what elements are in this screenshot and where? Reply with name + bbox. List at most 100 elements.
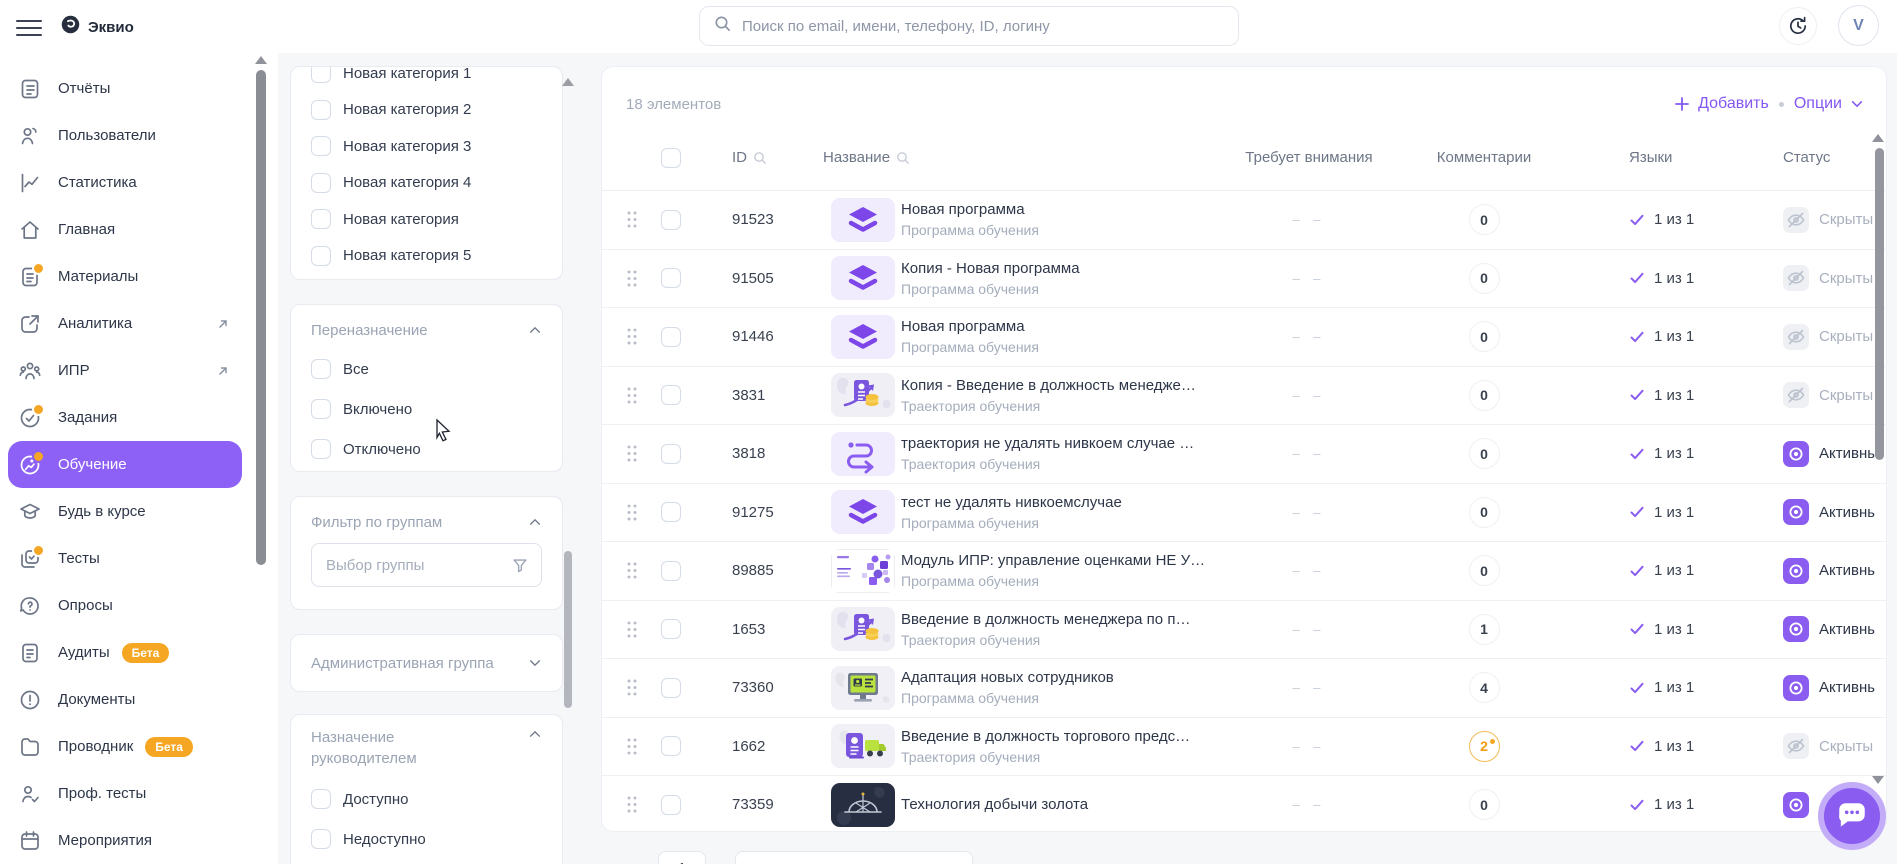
drag-handle-icon[interactable]: [602, 386, 661, 405]
status-badge[interactable]: Скрыты: [1729, 323, 1886, 350]
sidebar-item-home[interactable]: Главная: [8, 206, 242, 253]
options-button[interactable]: Опции: [1794, 95, 1864, 113]
mosaic-image[interactable]: [831, 548, 895, 593]
drag-handle-icon[interactable]: [602, 269, 661, 288]
status-badge[interactable]: Скрыты: [1729, 265, 1886, 292]
table-row[interactable]: 89885 Модуль ИПР: управление оценками НЕ …: [602, 542, 1886, 601]
select-all-checkbox[interactable]: [661, 147, 681, 168]
manager-assignment-option[interactable]: Недоступно: [311, 819, 542, 859]
checkbox[interactable]: [311, 789, 331, 809]
table-row[interactable]: 91523 Новая программа Программа обучения – …: [602, 191, 1886, 250]
avatar[interactable]: V: [1838, 5, 1879, 46]
sidebar-item-documents[interactable]: Документы: [8, 676, 242, 723]
comments-badge[interactable]: 0: [1468, 438, 1500, 470]
table-scrollbar[interactable]: [1875, 148, 1884, 460]
checkbox[interactable]: [311, 439, 331, 459]
table-scroll-up-icon[interactable]: [1872, 134, 1884, 142]
page-button[interactable]: 1: [658, 851, 706, 864]
program-stack-icon[interactable]: [831, 314, 895, 359]
row-checkbox[interactable]: [661, 385, 681, 406]
status-badge[interactable]: Активны: [1729, 674, 1886, 701]
sidebar-item-users[interactable]: Пользователи: [8, 112, 242, 159]
program-stack-icon[interactable]: [831, 490, 895, 535]
history-icon[interactable]: [1779, 7, 1817, 45]
category-option[interactable]: Новая категория 5: [311, 238, 542, 275]
sidebar-scrollbar[interactable]: [256, 70, 266, 565]
comments-badge[interactable]: 0: [1468, 496, 1500, 528]
checkbox[interactable]: [311, 99, 331, 120]
program-stack-icon[interactable]: [831, 256, 895, 301]
row-checkbox[interactable]: [661, 502, 681, 523]
status-badge[interactable]: Скрыты: [1729, 206, 1886, 233]
sidebar-item-ipr[interactable]: ИПР: [8, 347, 242, 394]
table-row[interactable]: 91446 Новая программа Программа обучения – …: [602, 308, 1886, 367]
drag-handle-icon[interactable]: [602, 795, 661, 814]
row-name[interactable]: Новая программа Программа обучения: [901, 318, 1209, 355]
row-checkbox[interactable]: [661, 794, 681, 815]
drag-handle-icon[interactable]: [602, 678, 661, 697]
checkbox[interactable]: [311, 136, 331, 157]
chevron-up-icon[interactable]: [528, 323, 542, 337]
comments-badge[interactable]: 0: [1468, 262, 1500, 294]
route-icon[interactable]: [831, 431, 895, 476]
sidebar-item-analytics[interactable]: Аналитика: [8, 300, 242, 347]
sidebar-item-learning[interactable]: Обучение: [8, 441, 242, 488]
chat-button[interactable]: [1818, 782, 1886, 850]
checkbox[interactable]: [311, 172, 331, 193]
row-checkbox[interactable]: [661, 560, 681, 581]
row-name[interactable]: Новая программа Программа обучения: [901, 201, 1209, 238]
row-name[interactable]: Копия - Введение в должность менедже… Тра…: [901, 377, 1209, 414]
sidebar-item-materials[interactable]: Материалы: [8, 253, 242, 300]
category-option[interactable]: Новая категория 4: [311, 165, 542, 202]
drag-handle-icon[interactable]: [602, 444, 661, 463]
table-row[interactable]: 3831 Копия - Введение в должность менедже…: [602, 367, 1886, 425]
row-name[interactable]: Адаптация новых сотрудников Программа обу…: [901, 669, 1209, 706]
table-row[interactable]: 1662 Введение в должность торгового предс…: [602, 718, 1886, 776]
comments-badge[interactable]: 0: [1468, 789, 1500, 821]
table-row[interactable]: 91275 тест не удалять нивкоемслучае Програ…: [602, 484, 1886, 542]
status-badge[interactable]: Активны: [1729, 616, 1886, 643]
checkbox[interactable]: [311, 245, 331, 266]
row-name[interactable]: траектория не удалять нивкоем случае … Тр…: [901, 435, 1209, 472]
row-checkbox[interactable]: [661, 268, 681, 289]
row-checkbox[interactable]: [661, 326, 681, 347]
filters-scroll-up-icon[interactable]: [562, 78, 574, 86]
drag-handle-icon[interactable]: [602, 561, 661, 580]
program-stack-icon[interactable]: [831, 197, 895, 242]
sidebar-item-explorer[interactable]: Проводник Бета: [8, 723, 242, 770]
row-checkbox[interactable]: [661, 619, 681, 640]
status-badge[interactable]: Скрыты: [1729, 733, 1886, 760]
chevron-up-icon[interactable]: [528, 727, 542, 741]
sidebar-item-events[interactable]: Мероприятия: [8, 817, 242, 864]
comments-badge[interactable]: 2: [1468, 730, 1500, 762]
category-option[interactable]: Новая категория: [311, 201, 542, 238]
sidebar-item-tasks[interactable]: Задания: [8, 394, 242, 441]
table-row[interactable]: 73359Технология добычи золота– –01 из 1А…: [602, 776, 1886, 831]
row-checkbox[interactable]: [661, 209, 681, 230]
sidebar-scroll-up-icon[interactable]: [255, 56, 267, 64]
table-row[interactable]: 3818 траектория не удалять нивкоем случае…: [602, 425, 1886, 484]
drag-handle-icon[interactable]: [602, 737, 661, 756]
comments-badge[interactable]: 0: [1468, 321, 1500, 353]
monitor-image[interactable]: [831, 665, 895, 710]
table-row[interactable]: 91505 Копия - Новая программа Программа об…: [602, 250, 1886, 308]
row-name[interactable]: Модуль ИПР: управление оценками НЕ У… Про…: [901, 552, 1209, 589]
comments-badge[interactable]: 0: [1468, 204, 1500, 236]
checkbox[interactable]: [311, 209, 331, 230]
global-search-input[interactable]: Поиск по email, имени, телефону, ID, лог…: [699, 6, 1239, 46]
reassignment-option[interactable]: Включено: [311, 389, 542, 429]
comments-badge[interactable]: 0: [1468, 379, 1500, 411]
status-badge[interactable]: Скрыты: [1729, 382, 1886, 409]
category-option[interactable]: Новая категория 3: [311, 128, 542, 165]
row-name[interactable]: Введение в должность менеджера по п… Трае…: [901, 611, 1209, 648]
table-row[interactable]: 1653 Введение в должность менеджера по п……: [602, 601, 1886, 659]
equio-logo[interactable]: Эквио: [60, 14, 134, 40]
doc-coins-image[interactable]: [831, 373, 895, 418]
row-checkbox[interactable]: [661, 443, 681, 464]
column-search-icon[interactable]: [753, 151, 767, 165]
row-name[interactable]: тест не удалять нивкоемслучае Программа о…: [901, 494, 1209, 531]
sidebar-item-surveys[interactable]: Опросы: [8, 582, 242, 629]
dark-mine-image[interactable]: [831, 782, 895, 827]
comments-badge[interactable]: 1: [1468, 613, 1500, 645]
drag-handle-icon[interactable]: [602, 210, 661, 229]
